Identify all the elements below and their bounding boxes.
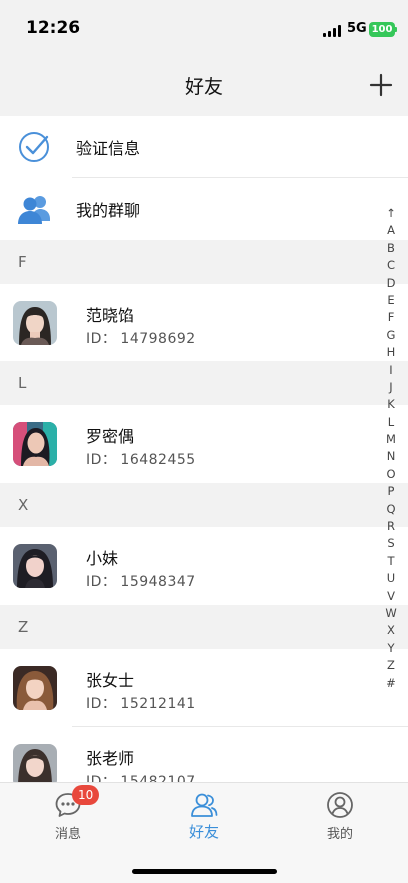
contact-name: 罗密偶 [86, 427, 135, 446]
index-letter[interactable]: ↑ [382, 205, 400, 222]
avatar [13, 666, 57, 710]
index-letter[interactable]: N [382, 448, 400, 465]
contact-id: ID： 15948347 [86, 574, 196, 590]
alphabet-index[interactable]: ↑ A B C D E F G H I J K L M N O P Q R S T U V W X Y Z # [382, 205, 400, 692]
contact-name: 张女士 [86, 671, 135, 690]
tab-friends[interactable]: 好友 [164, 791, 244, 845]
section-header-l: L [0, 361, 408, 405]
profile-icon [327, 792, 353, 818]
section-letter: Z [18, 618, 29, 636]
index-letter[interactable]: P [382, 483, 400, 500]
index-letter[interactable]: L [382, 414, 400, 431]
tab-messages[interactable]: 10 消息 [28, 785, 108, 845]
home-indicator [132, 869, 277, 874]
friends-icon [191, 793, 218, 817]
plus-icon[interactable] [368, 72, 394, 98]
index-letter[interactable]: Z [382, 657, 400, 674]
index-letter[interactable]: U [382, 570, 400, 587]
index-letter[interactable]: G [382, 327, 400, 344]
section-letter: L [18, 374, 27, 392]
index-letter[interactable]: O [382, 466, 400, 483]
tab-bar: 10 消息 好友 我的 [0, 782, 408, 883]
tab-label: 好友 [188, 823, 219, 841]
index-letter[interactable]: I [382, 362, 400, 379]
contact-row[interactable]: 张女士 ID： 15212141 [0, 649, 408, 727]
section-header-z: Z [0, 605, 408, 649]
battery-icon: 100 [369, 22, 395, 37]
contact-id: ID： 15212141 [86, 696, 196, 712]
signal-icon [323, 25, 343, 37]
menu-label: 验证信息 [76, 139, 141, 158]
index-letter[interactable]: D [382, 275, 400, 292]
group-users-icon [18, 196, 50, 224]
contact-name: 小妹 [86, 549, 119, 568]
index-letter[interactable]: W [382, 605, 400, 622]
battery-tip [395, 27, 397, 32]
index-letter[interactable]: X [382, 622, 400, 639]
verification-info-item[interactable]: 验证信息 [0, 116, 408, 178]
tab-label: 消息 [54, 827, 81, 842]
index-letter[interactable]: K [382, 396, 400, 413]
index-letter[interactable]: H [382, 344, 400, 361]
contact-id: ID： 16482455 [86, 452, 196, 468]
section-letter: X [18, 496, 29, 514]
section-header-x: X [0, 483, 408, 527]
index-letter[interactable]: Y [382, 640, 400, 657]
index-letter[interactable]: F [382, 309, 400, 326]
contact-row[interactable]: 罗密偶 ID： 16482455 [0, 405, 408, 483]
index-letter[interactable]: B [382, 240, 400, 257]
menu-label: 我的群聊 [76, 201, 141, 220]
contact-name: 张老师 [86, 749, 135, 768]
index-letter[interactable]: V [382, 588, 400, 605]
contact-name: 范晓馅 [86, 306, 135, 325]
index-letter[interactable]: E [382, 292, 400, 309]
index-letter[interactable]: # [382, 675, 400, 692]
index-letter[interactable]: M [382, 431, 400, 448]
my-groups-item[interactable]: 我的群聊 [0, 178, 408, 240]
section-letter: F [18, 253, 27, 271]
status-bar: 12:26 5G 100 [0, 0, 408, 56]
index-letter[interactable]: A [382, 222, 400, 239]
status-time: 12:26 [26, 18, 81, 38]
index-letter[interactable]: T [382, 553, 400, 570]
index-letter[interactable]: S [382, 535, 400, 552]
contact-row[interactable]: 范晓馅 ID： 14798692 [0, 284, 408, 362]
index-letter[interactable]: J [382, 379, 400, 396]
page-title: 好友 [184, 76, 223, 98]
section-header-f: F [0, 240, 408, 284]
unread-badge: 10 [72, 785, 100, 805]
contact-row[interactable]: 小妹 ID： 15948347 [0, 527, 408, 605]
tab-profile[interactable]: 我的 [300, 791, 380, 845]
index-letter[interactable]: R [382, 518, 400, 535]
index-letter[interactable]: Q [382, 501, 400, 518]
check-circle-icon [19, 132, 49, 162]
avatar [13, 422, 57, 466]
nav-bar: 好友 [0, 56, 408, 116]
avatar [13, 544, 57, 588]
index-letter[interactable]: C [382, 257, 400, 274]
avatar [13, 301, 57, 345]
network-type: 5G [347, 21, 367, 36]
contact-id: ID： 14798692 [86, 331, 196, 347]
tab-label: 我的 [326, 827, 353, 842]
